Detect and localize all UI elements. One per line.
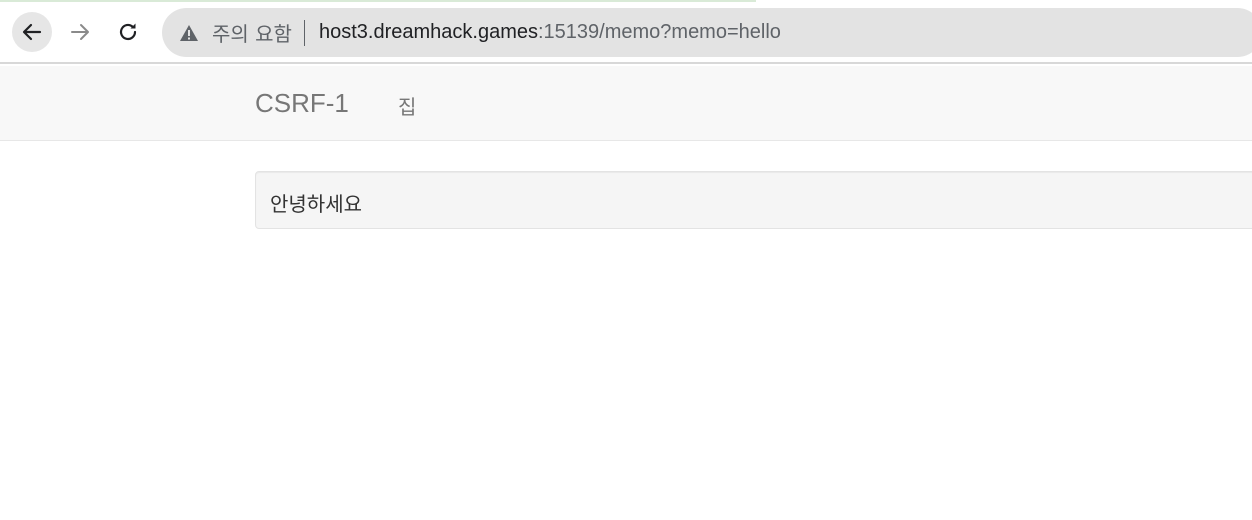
site-navbar: CSRF-1 집 [0,66,1252,141]
arrow-right-icon [71,24,89,40]
security-status-label[interactable]: 주의 요함 [212,18,292,47]
forward-button[interactable] [60,12,100,52]
url-path[interactable]: :15139/memo?memo=hello [538,21,781,44]
arrow-left-icon [22,23,42,41]
browser-toolbar: 주의 요함 host3.dreamhack.games :15139/memo?… [0,0,1252,64]
url-separator [303,19,305,46]
url-host[interactable]: host3.dreamhack.games [319,21,538,44]
back-button[interactable] [12,12,52,52]
address-bar[interactable]: 주의 요함 host3.dreamhack.games :15139/memo?… [162,8,1252,57]
navbar-brand[interactable]: CSRF-1 [255,88,349,119]
memo-text: 안녕하세요 [270,192,362,216]
warning-icon[interactable] [178,22,200,44]
reload-icon [119,23,137,41]
memo-box: 안녕하세요 [255,171,1252,229]
loading-strip [0,0,756,2]
nav-link-home[interactable]: 집 [398,91,416,120]
reload-button[interactable] [108,12,148,52]
